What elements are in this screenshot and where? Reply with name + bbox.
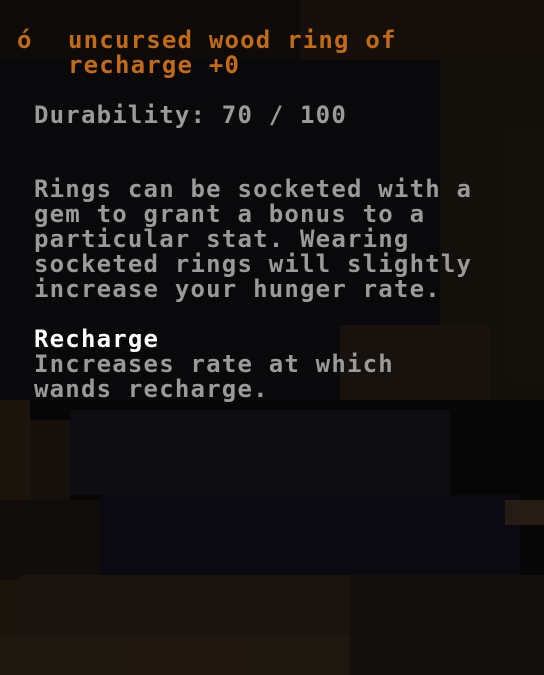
effect-description-line-2: wands recharge. xyxy=(34,375,269,403)
game-screen: ó uncursed wood ring of recharge +0 Dura… xyxy=(0,0,544,675)
description-line-2: gem to grant a bonus to a xyxy=(34,200,426,228)
description-line-5: increase your hunger rate. xyxy=(34,275,441,303)
item-title-line-1: uncursed wood ring of xyxy=(68,26,397,54)
description-line-4: socketed rings will slightly xyxy=(34,250,473,278)
description-line-1: Rings can be socketed with a xyxy=(34,175,473,203)
ring-glyph-icon: ó xyxy=(17,26,33,54)
item-description-popup: ó uncursed wood ring of recharge +0 Dura… xyxy=(0,0,544,420)
effect-description-line-1: Increases rate at which xyxy=(34,350,394,378)
item-title-line-2: recharge +0 xyxy=(68,51,241,79)
description-line-3: particular stat. Wearing xyxy=(34,225,410,253)
effect-heading: Recharge xyxy=(34,325,160,353)
durability-label: Durability: 70 / 100 xyxy=(34,101,347,129)
